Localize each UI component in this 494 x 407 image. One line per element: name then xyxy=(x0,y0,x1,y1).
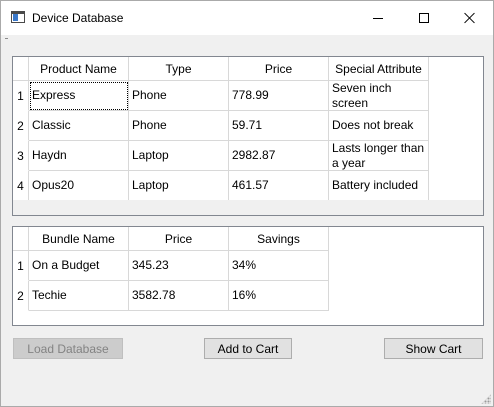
column-header-type[interactable]: Type xyxy=(129,57,229,81)
title-bar[interactable]: Device Database xyxy=(1,1,493,35)
column-header-price[interactable]: Price xyxy=(229,57,329,81)
device-database-window: Device Database Product Name Type Price … xyxy=(0,0,494,407)
minimize-button[interactable] xyxy=(355,1,401,35)
cell-price[interactable]: 2982.87 xyxy=(229,141,329,171)
maximize-icon xyxy=(419,13,429,23)
row-header[interactable]: 4 xyxy=(13,171,29,201)
cell-savings[interactable]: 34% xyxy=(229,251,329,281)
products-table[interactable]: Product Name Type Price Special Attribut… xyxy=(12,56,484,216)
cell-special-attribute[interactable]: Battery included xyxy=(329,171,429,201)
cell-bundle-name[interactable]: Techie xyxy=(29,281,129,311)
cell-product-name[interactable]: Opus20 xyxy=(29,171,129,201)
column-header-price[interactable]: Price xyxy=(129,227,229,251)
table-row[interactable]: 4 Opus20 Laptop 461.57 Battery included xyxy=(13,171,429,201)
maximize-button[interactable] xyxy=(401,1,447,35)
table-corner[interactable] xyxy=(13,227,29,251)
table-row[interactable]: 1 On a Budget 345.23 34% xyxy=(13,251,329,281)
products-header-row: Product Name Type Price Special Attribut… xyxy=(13,57,429,81)
column-header-savings[interactable]: Savings xyxy=(229,227,329,251)
column-header-bundle-name[interactable]: Bundle Name xyxy=(29,227,129,251)
row-header[interactable]: 1 xyxy=(13,251,29,281)
cell-price[interactable]: 3582.78 xyxy=(129,281,229,311)
window-title: Device Database xyxy=(32,11,124,25)
table-row[interactable]: 3 Haydn Laptop 2982.87 Lasts longer than… xyxy=(13,141,429,171)
cell-special-attribute[interactable]: Seven inch screen xyxy=(329,81,429,111)
bundles-table[interactable]: Bundle Name Price Savings 1 On a Budget … xyxy=(12,226,484,326)
row-header[interactable]: 3 xyxy=(13,141,29,171)
cell-special-attribute[interactable]: Lasts longer than a year xyxy=(329,141,429,171)
divider-mark xyxy=(5,38,8,39)
cell-type[interactable]: Phone xyxy=(129,81,229,111)
cell-type[interactable]: Laptop xyxy=(129,171,229,201)
cell-special-attribute[interactable]: Does not break xyxy=(329,111,429,141)
cell-product-name[interactable]: Classic xyxy=(29,111,129,141)
cell-savings[interactable]: 16% xyxy=(229,281,329,311)
add-to-cart-button[interactable]: Add to Cart xyxy=(204,338,292,359)
cell-type[interactable]: Laptop xyxy=(129,141,229,171)
cell-price[interactable]: 59.71 xyxy=(229,111,329,141)
app-window-icon xyxy=(11,11,25,23)
table-row[interactable]: 1 Express Phone 778.99 Seven inch screen xyxy=(13,81,429,111)
bundles-header-row: Bundle Name Price Savings xyxy=(13,227,329,251)
row-header[interactable]: 1 xyxy=(13,81,29,111)
horizontal-scrollbar-area[interactable] xyxy=(13,200,483,215)
table-corner[interactable] xyxy=(13,57,29,81)
column-header-special-attribute[interactable]: Special Attribute xyxy=(329,57,429,81)
row-header[interactable]: 2 xyxy=(13,281,29,311)
cell-product-name[interactable]: Haydn xyxy=(29,141,129,171)
table-row[interactable]: 2 Techie 3582.78 16% xyxy=(13,281,329,311)
load-database-button[interactable]: Load Database xyxy=(13,338,123,359)
cell-price[interactable]: 778.99 xyxy=(229,81,329,111)
show-cart-button[interactable]: Show Cart xyxy=(384,338,483,359)
cell-type[interactable]: Phone xyxy=(129,111,229,141)
close-icon xyxy=(464,12,476,24)
row-header[interactable]: 2 xyxy=(13,111,29,141)
column-header-product-name[interactable]: Product Name xyxy=(29,57,129,81)
table-row[interactable]: 2 Classic Phone 59.71 Does not break xyxy=(13,111,429,141)
cell-price[interactable]: 461.57 xyxy=(229,171,329,201)
cell-price[interactable]: 345.23 xyxy=(129,251,229,281)
resize-grip-icon[interactable] xyxy=(481,394,491,404)
cell-product-name[interactable]: Express xyxy=(29,81,129,111)
minimize-icon xyxy=(373,17,383,19)
cell-bundle-name[interactable]: On a Budget xyxy=(29,251,129,281)
close-button[interactable] xyxy=(447,1,493,35)
